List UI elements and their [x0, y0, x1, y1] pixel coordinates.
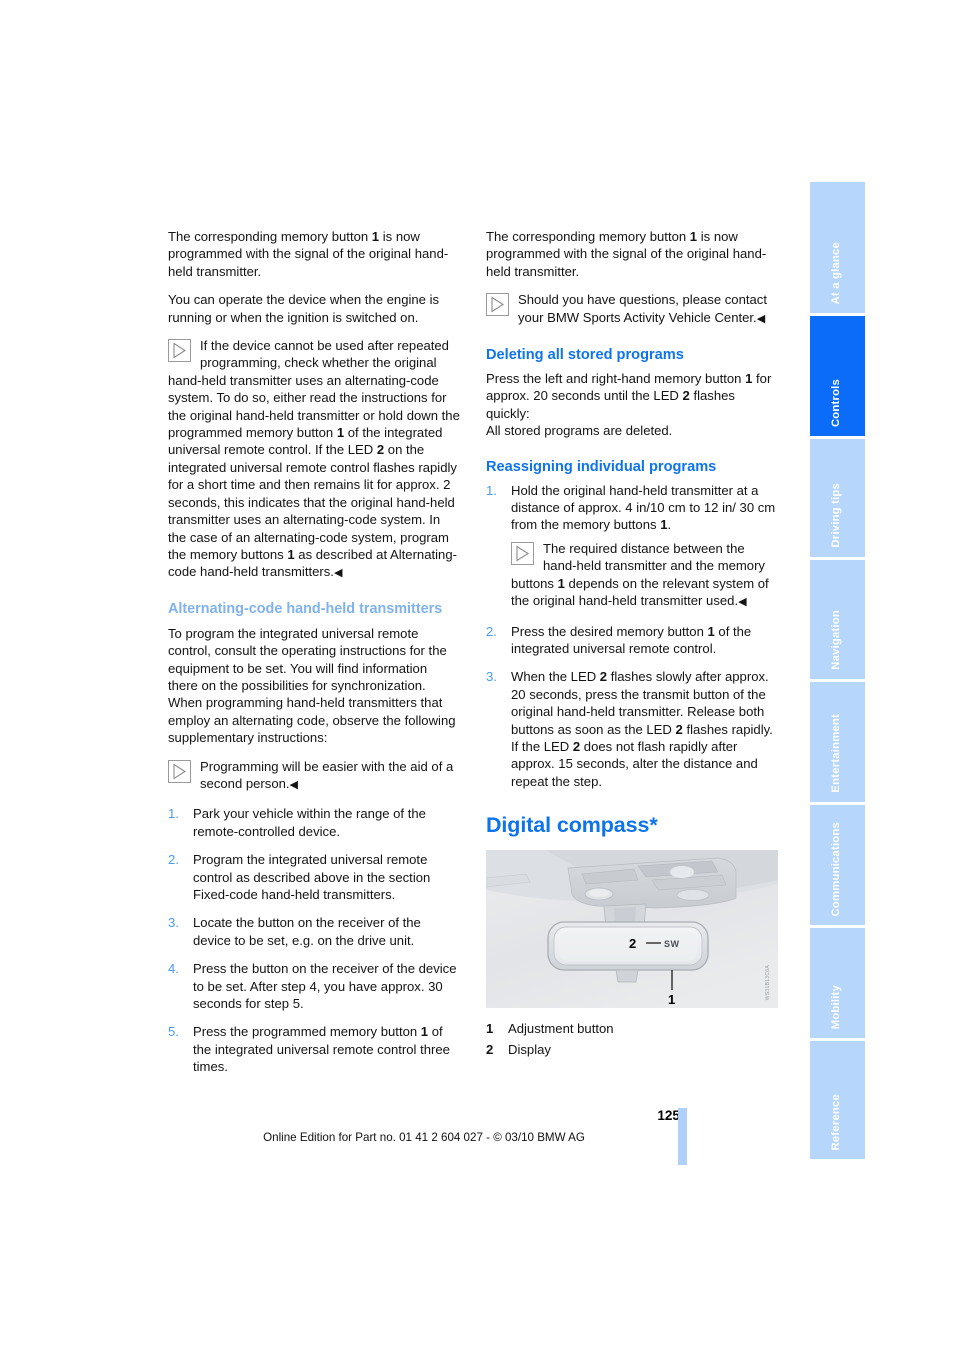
list-item: Press the desired memory button 1 of the… [486, 623, 778, 658]
steps-list-reassign: Hold the original hand-held transmitter … [486, 482, 778, 791]
note-text: Programming will be easier with the aid … [200, 759, 453, 791]
heading-digital-compass: Digital compass* [486, 813, 658, 838]
note-block-contact-center: Should you have questions, please contac… [486, 291, 778, 328]
bold-callout-1: 1 [689, 229, 698, 244]
legend-item: 1 Adjustment button [486, 1020, 778, 1038]
sidebar-tab-at-a-glance[interactable]: At a glance [810, 182, 865, 313]
text-run: Press the programmed memory button [193, 1024, 421, 1040]
text-run: Press the left and right-hand memory but… [486, 371, 746, 387]
bold-callout-1: 1 [371, 229, 380, 244]
text-run: Programming will be easier with the aid … [200, 758, 454, 791]
compass-display-text: SW [664, 939, 680, 949]
bold-callout-1: 1 [287, 546, 295, 562]
figure-callout-2: 2 [629, 936, 636, 951]
paragraph-memory-button-programmed: The corresponding memory button 1 is now… [486, 228, 778, 280]
note-text: The required distance between the hand-h… [511, 541, 769, 608]
note-triangle-icon [168, 759, 191, 783]
sidebar-tab-entertainment[interactable]: Entertainment [810, 682, 865, 802]
bold-callout-1: 1 [707, 623, 715, 639]
list-item: Program the integrated universal remote … [168, 851, 431, 902]
right-column: The corresponding memory button 1 is now… [486, 228, 778, 1062]
paragraph-memory-button-programmed: The corresponding memory button 1 is now… [168, 228, 460, 280]
list-item: Locate the button on the receiver of the… [168, 914, 421, 948]
bold-callout-1: 1 [557, 575, 565, 591]
sidebar-tab-reference[interactable]: Reference [810, 1041, 865, 1159]
footer-online-edition-note: Online Edition for Part no. 01 41 2 604 … [263, 1131, 585, 1144]
text-run: The corresponding memory button [486, 229, 690, 244]
text-run: . [667, 517, 672, 533]
note-block-alternating-code: If the device cannot be used after repea… [168, 337, 460, 583]
list-item: Park your vehicle within the range of th… [168, 805, 426, 839]
sidebar-tab-label: Navigation [829, 610, 842, 670]
note-triangle-icon [486, 293, 509, 317]
paragraph-operate-device: You can operate the device when the engi… [168, 292, 440, 325]
heading-deleting-all-stored-programs: Deleting all stored programs [486, 347, 684, 364]
paragraph-delete-instruction: Press the left and right-hand memory but… [486, 370, 778, 422]
note-block-required-distance: The required distance between the hand-h… [511, 540, 778, 612]
note-triangle-icon [168, 339, 191, 363]
text-run: Hold the original hand-held transmitter … [511, 482, 776, 533]
triangle-glyph [173, 342, 187, 359]
steps-list-alternating-code: Park your vehicle within the range of th… [168, 805, 460, 1075]
list-item: Hold the original hand-held transmitter … [486, 482, 778, 612]
bold-callout-2: 2 [599, 669, 608, 685]
text-run: on the integrated universal remote contr… [168, 442, 457, 562]
paragraph-supplementary-instructions: When programming hand-held transmitters … [168, 695, 456, 746]
figure-legend: 1 Adjustment button 2 Display [486, 1020, 778, 1059]
paragraph-delete-result: All stored programs are deleted. [486, 423, 673, 439]
note-end-marker: ◀ [333, 567, 342, 580]
legend-number: 1 [486, 1021, 494, 1037]
sidebar-tab-label: Communications [829, 821, 842, 916]
note-block-second-person: Programming will be easier with the aid … [168, 758, 460, 795]
note-triangle-icon [511, 541, 534, 565]
legend-item: 2 Display [486, 1041, 778, 1059]
triangle-glyph [173, 763, 187, 780]
sidebar-tab-label: At a glance [829, 241, 842, 304]
sidebar-tab-label: Mobility [829, 984, 842, 1029]
paragraph-program-remote: To program the integrated universal remo… [168, 625, 447, 693]
manual-page: The corresponding memory button 1 is now… [0, 0, 954, 1350]
note-end-marker: ◀ [289, 778, 298, 791]
bold-callout-1: 1 [420, 1024, 429, 1040]
heading-reassigning-individual-programs: Reassigning individual programs [486, 458, 717, 475]
section-tab-sidebar: At a glance Controls Driving tips Naviga… [810, 182, 865, 1162]
sidebar-tab-communications[interactable]: Communications [810, 805, 865, 925]
note-end-marker: ◀ [756, 312, 765, 325]
sidebar-tab-label: Reference [829, 1093, 842, 1150]
figure-callout-1: 1 [668, 992, 675, 1007]
sidebar-tab-label: Entertainment [829, 714, 842, 793]
sidebar-tab-navigation[interactable]: Navigation [810, 560, 865, 679]
note-end-marker: ◀ [738, 596, 747, 609]
note-text: Should you have questions, please contac… [518, 292, 767, 324]
list-item: When the LED 2 flashes slowly after appr… [486, 668, 778, 790]
note-text: If the device cannot be used after repea… [168, 338, 460, 579]
sidebar-tab-controls[interactable]: Controls [810, 316, 865, 436]
mirror-illustration: SW 2 1 [486, 850, 778, 1009]
sidebar-tab-label: Controls [829, 378, 842, 427]
text-run: Press the desired memory button [511, 623, 708, 639]
list-item: Press the programmed memory button 1 of … [168, 1023, 460, 1075]
bold-callout-2: 2 [675, 721, 683, 737]
text-run: The corresponding memory button [168, 229, 372, 244]
figure-id-code: WS31B13C6A [764, 964, 771, 1001]
figure-rearview-mirror-compass: SW 2 1 WS31B13C6A [486, 850, 778, 1009]
legend-label: Display [508, 1042, 551, 1058]
text-run: Should you have questions, please contac… [518, 292, 767, 325]
heading-alternating-code-transmitters: Alternating-code hand-held transmitters [168, 600, 443, 617]
triangle-glyph [516, 545, 530, 562]
bold-callout-2: 2 [682, 388, 690, 404]
left-column: The corresponding memory button 1 is now… [168, 228, 460, 1076]
sidebar-tab-label: Driving tips [829, 483, 842, 548]
text-run: When the LED [511, 669, 600, 685]
page-number: 125 [657, 1108, 680, 1123]
sidebar-tab-mobility[interactable]: Mobility [810, 928, 865, 1038]
sidebar-tab-driving-tips[interactable]: Driving tips [810, 439, 865, 557]
list-item: Press the button on the receiver of the … [168, 960, 457, 1012]
triangle-glyph [491, 296, 505, 313]
legend-label: Adjustment button [508, 1021, 614, 1037]
legend-number: 2 [486, 1042, 494, 1058]
